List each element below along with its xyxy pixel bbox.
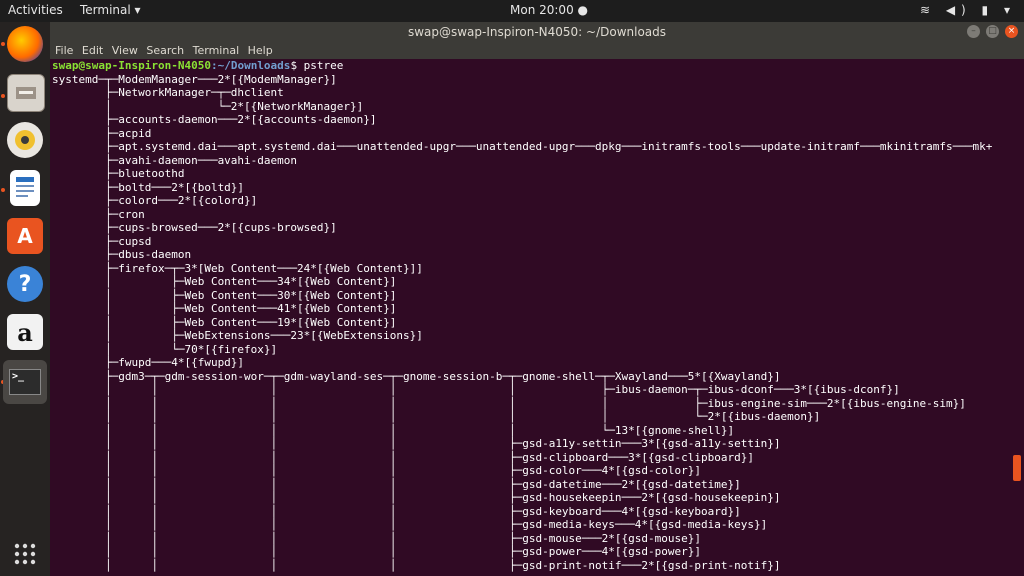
terminal-line: │ │ │ │ │ ├─ibus-daemon─┬─ibus-dconf───3… <box>52 383 900 396</box>
terminal-line: ├─avahi-daemon───avahi-daemon <box>52 153 298 167</box>
terminal-line: ├─firefox─┬─3*[Web Content───24*[{Web Co… <box>52 261 423 275</box>
terminal-line: ├─dbus-daemon <box>52 248 192 261</box>
terminal-line: │ │ │ │ │ │ └─2*[{ibus-daemon}] <box>52 410 821 423</box>
terminal-line: │ │ │ │ ├─gsd-print-notif───2*[{gsd-prin… <box>52 558 781 572</box>
files-icon[interactable] <box>7 74 45 112</box>
terminal-line: │ ├─WebExtensions───23*[{WebExtensions}] <box>52 329 423 342</box>
maximize-button[interactable]: □ <box>986 25 999 38</box>
software-icon[interactable]: A <box>7 218 43 254</box>
amazon-icon[interactable]: a <box>7 314 43 350</box>
terminal-line: ├─apt.systemd.dai───apt.systemd.dai───un… <box>52 140 993 153</box>
terminal-icon[interactable]: >_ <box>3 360 47 404</box>
running-indicator <box>1 42 5 46</box>
terminal-line: ├─accounts-daemon───2*[{accounts-daemon}… <box>52 113 377 126</box>
prompt-user: swap@swap-Inspiron-N4050 <box>52 59 211 72</box>
terminal-line: ├─cupsd <box>52 234 152 248</box>
menu-view[interactable]: View <box>112 42 138 60</box>
menu-bar: File Edit View Search Terminal Help <box>50 42 1024 60</box>
terminal-line: │ ├─Web Content───41*[{Web Content}] <box>52 302 397 315</box>
scrollbar-thumb[interactable] <box>1013 455 1021 481</box>
terminal-line: │ ├─Web Content───30*[{Web Content}] <box>52 288 397 302</box>
pstree-output: systemd─┬─ModemManager───2*[{ModemManage… <box>50 73 1010 573</box>
app-menu-terminal[interactable]: Terminal ▾ <box>80 3 141 17</box>
terminal-line: │ │ │ │ ├─gsd-housekeepin───2*[{gsd-hous… <box>52 491 781 504</box>
prompt-command: $ pstree <box>290 59 344 72</box>
window-titlebar[interactable]: swap@swap-Inspiron-N4050: ~/Downloads – □… <box>50 22 1024 42</box>
terminal-line: │ │ │ │ ├─gsd-media-keys───4*[{gsd-media… <box>52 518 768 531</box>
top-bar: Activities Terminal ▾ Mon 20:00 ● ≋ ◀) ▮… <box>0 0 1024 22</box>
terminal-line: ├─NetworkManager─┬─dhclient <box>52 86 284 99</box>
terminal-line: │ └─2*[{NetworkManager}] <box>52 99 364 113</box>
help-icon[interactable]: ? <box>7 266 43 302</box>
menu-edit[interactable]: Edit <box>82 42 103 60</box>
menu-terminal[interactable]: Terminal <box>193 42 240 60</box>
window-controls: – □ × <box>961 25 1018 39</box>
terminal-line: │ │ │ │ ├─gsd-clipboard───3*[{gsd-clipbo… <box>52 450 754 464</box>
terminal-line: ├─acpid <box>52 126 152 140</box>
firefox-icon[interactable] <box>7 26 43 62</box>
terminal-line: ├─cups-browsed───2*[{cups-browsed}] <box>52 221 337 234</box>
scrollbar[interactable] <box>1010 59 1024 576</box>
terminal-line: │ ├─Web Content───34*[{Web Content}] <box>52 275 397 288</box>
terminal-line: │ │ │ │ ├─gsd-a11y-settin───3*[{gsd-a11y… <box>52 437 781 450</box>
menu-file[interactable]: File <box>55 42 73 60</box>
window-title: swap@swap-Inspiron-N4050: ~/Downloads <box>407 25 667 39</box>
clock[interactable]: Mon 20:00 ● <box>510 3 588 17</box>
terminal-line: │ │ │ │ ├─gsd-power───4*[{gsd-power}] <box>52 545 702 558</box>
system-tray[interactable]: ≋ ◀) ▮ ▾ <box>920 3 1016 17</box>
menu-search[interactable]: Search <box>146 42 184 60</box>
dock: A ? a >_ <box>0 22 50 576</box>
terminal-line: │ │ │ │ ├─gsd-datetime───2*[{gsd-datetim… <box>52 477 741 491</box>
prompt-line: swap@swap-Inspiron-N4050:~/Downloads$ ps… <box>50 59 1010 73</box>
terminal-line: │ ├─Web Content───19*[{Web Content}] <box>52 315 397 329</box>
terminal-line: ├─boltd───2*[{boltd}] <box>52 180 245 194</box>
prompt-path: :~/Downloads <box>210 59 291 72</box>
terminal-line: systemd─┬─ModemManager───2*[{ModemManage… <box>52 72 337 86</box>
running-indicator <box>1 188 5 192</box>
rhythmbox-icon[interactable] <box>7 122 43 158</box>
activities-button[interactable]: Activities <box>8 3 63 17</box>
terminal-line: │ └─70*[{firefox}] <box>52 342 278 356</box>
terminal-line: │ │ │ │ │ └─13*[{gnome-shell}] <box>52 423 735 437</box>
show-apps-icon[interactable] <box>7 536 43 572</box>
menu-help[interactable]: Help <box>248 42 273 60</box>
terminal-line: ├─gdm3─┬─gdm-session-wor─┬─gdm-wayland-s… <box>52 369 781 383</box>
terminal-line: │ │ │ │ ├─gsd-mouse───2*[{gsd-mouse}] <box>52 531 702 545</box>
terminal-line: ├─fwupd───4*[{fwupd}] <box>52 356 245 369</box>
terminal-line: │ │ │ │ │ │ ├─ibus-engine-sim───2*[{ibus… <box>52 396 966 410</box>
terminal-output[interactable]: swap@swap-Inspiron-N4050:~/Downloads$ ps… <box>50 59 1010 576</box>
terminal-line: ├─colord───2*[{colord}] <box>52 194 258 207</box>
terminal-line: │ │ │ │ ├─gsd-keyboard───4*[{gsd-keyboar… <box>52 504 741 518</box>
terminal-line: │ │ │ │ ├─gsd-color───4*[{gsd-color}] <box>52 464 702 477</box>
running-indicator <box>1 94 5 98</box>
minimize-button[interactable]: – <box>967 25 980 38</box>
close-button[interactable]: × <box>1005 25 1018 38</box>
terminal-line: ├─cron <box>52 207 145 221</box>
terminal-window: swap@swap-Inspiron-N4050: ~/Downloads – □… <box>50 22 1024 576</box>
terminal-line: ├─bluetoothd <box>52 167 185 180</box>
writer-icon[interactable] <box>10 170 40 206</box>
